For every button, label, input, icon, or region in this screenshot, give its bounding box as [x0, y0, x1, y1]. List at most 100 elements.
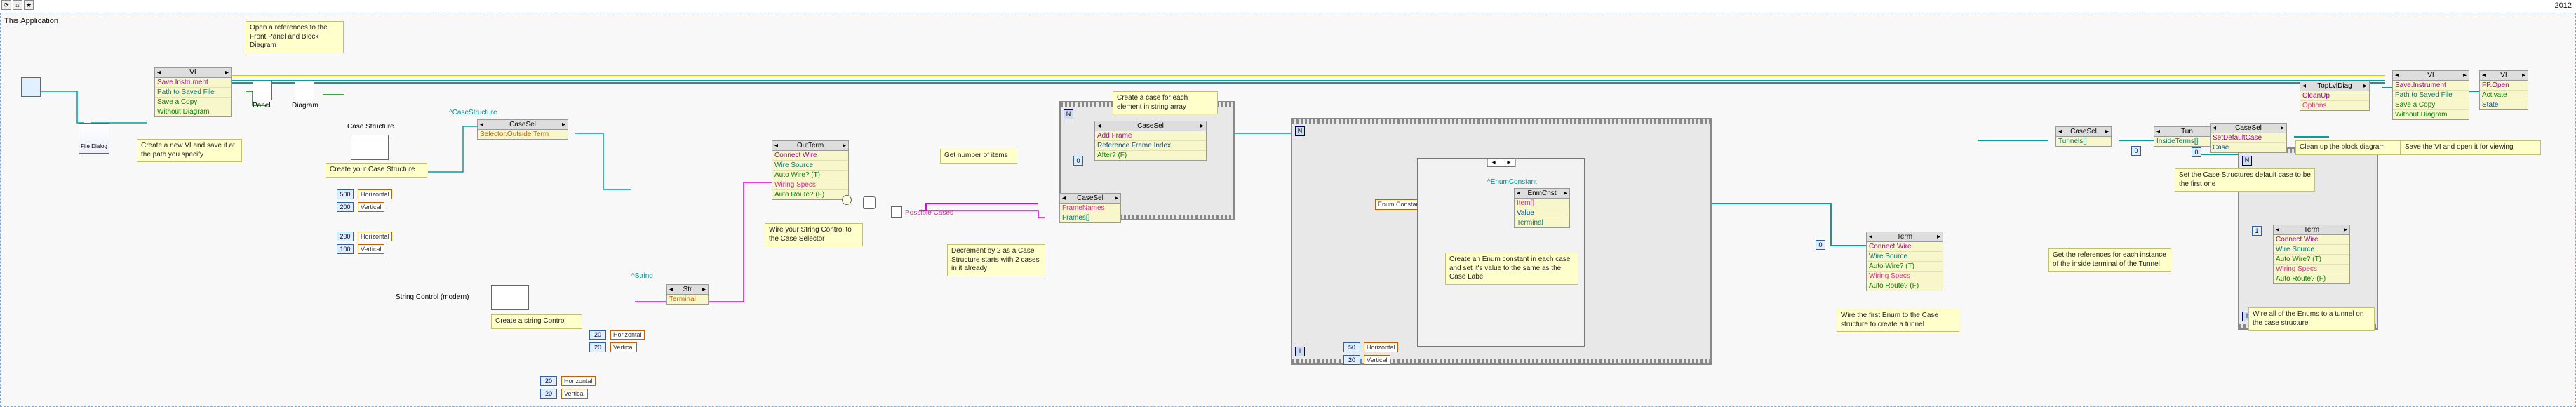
comment-case-per-elem: Create a case for each element in string… [1113, 91, 1218, 114]
for-i-terminal-2: i [1295, 347, 1305, 356]
enum-horizontal-1[interactable]: Horizontal [358, 189, 392, 199]
numbox-100[interactable]: 100 [337, 244, 354, 254]
enum-horizontal-5[interactable]: Horizontal [1364, 342, 1398, 352]
enum-vertical-3[interactable]: Vertical [561, 389, 588, 399]
arrow-left-icon[interactable]: ◂ [480, 121, 483, 128]
numbox-20e[interactable]: 20 [1343, 355, 1360, 365]
arrow-right-icon[interactable]: ▸ [2281, 124, 2284, 132]
arrow-left-icon[interactable]: ◂ [669, 286, 673, 293]
comment-wire-string: Wire your String Control to the Case Sel… [765, 223, 863, 246]
arrow-right-icon[interactable]: ▸ [2363, 82, 2367, 90]
casesel-outside-header: ◂ CaseSel ▸ [478, 120, 568, 130]
app-title: This Application [4, 17, 58, 25]
term2-title: Term [2304, 226, 2319, 234]
term-node-2[interactable]: ◂ Term ▸ Connect Wire Wire Source Auto W… [2273, 225, 2350, 284]
framenames-r0: FrameNames [1060, 204, 1120, 213]
enmcnst-node[interactable]: ◂ EnmCnst ▸ Item[] Value Terminal [1514, 188, 1570, 228]
toplvldiag-node[interactable]: ◂ TopLvlDiag ▸ CleanUp Options [2300, 81, 2370, 111]
arrow-left-icon[interactable]: ◂ [2213, 124, 2216, 132]
enum-vertical-2[interactable]: Vertical [358, 244, 384, 254]
arrow-left-icon[interactable]: ◂ [2276, 226, 2279, 234]
arrow-right-icon[interactable]: ▸ [2344, 226, 2347, 234]
numbox-50[interactable]: 50 [1343, 342, 1360, 352]
enum-horizontal-3b[interactable]: Horizontal [610, 330, 645, 340]
bookmark-icon[interactable]: ★ [24, 0, 34, 10]
array-size-icon[interactable] [863, 196, 876, 209]
outterm-node[interactable]: ◂ OutTerm ▸ Connect Wire Wire Source Aut… [772, 140, 849, 200]
arrow-left-icon[interactable]: ◂ [2156, 128, 2160, 135]
casesel-default-r0: SetDefaultCase [2211, 133, 2286, 143]
str-terminal-node[interactable]: ◂ Str ▸ Terminal [666, 284, 709, 305]
arrow-right-icon[interactable]: ▸ [225, 69, 229, 76]
arrow-left-icon[interactable]: ◂ [2482, 72, 2486, 79]
str-row0: Terminal [667, 295, 708, 304]
const-zero-3[interactable]: 0 [2131, 146, 2141, 156]
diagram-ref-icon[interactable] [295, 81, 314, 100]
arrow-right-icon[interactable]: ▸ [562, 121, 565, 128]
casesel-framenames[interactable]: ◂ CaseSel ▸ FrameNames Frames[] [1059, 193, 1121, 223]
arrow-left-icon[interactable]: ◂ [1517, 189, 1520, 197]
const-zero-4[interactable]: 0 [2192, 147, 2201, 157]
arrow-right-icon[interactable]: ▸ [843, 142, 846, 149]
arrow-right-icon[interactable]: ▸ [1564, 189, 1567, 197]
vi-node-2[interactable]: ◂ VI ▸ Save.Instrument Path to Saved Fil… [2392, 70, 2469, 120]
refresh-icon[interactable]: ⟳ [1, 0, 11, 10]
numbox-200a[interactable]: 200 [337, 202, 354, 212]
term1-r3: Wiring Specs [1867, 272, 1943, 281]
vi3-r0: FP.Open [2480, 81, 2528, 91]
numbox-20c[interactable]: 20 [589, 330, 606, 340]
arrow-left-icon[interactable]: ◂ [1492, 159, 1496, 166]
arrow-right-icon[interactable]: ▸ [2522, 72, 2525, 79]
arrow-right-icon[interactable]: ▸ [1200, 122, 1204, 130]
term1-header: ◂ Term ▸ [1867, 232, 1943, 242]
decrement-icon[interactable] [842, 195, 852, 205]
arrow-left-icon[interactable]: ◂ [2058, 128, 2062, 135]
enum-vertical-5[interactable]: Vertical [1364, 355, 1390, 365]
vi-node-1[interactable]: ◂ VI ▸ Save.Instrument Path to Saved Fil… [154, 67, 232, 117]
const-zero[interactable]: 0 [1073, 156, 1083, 166]
arrow-left-icon[interactable]: ◂ [157, 69, 161, 76]
arrow-right-icon[interactable]: ▸ [702, 286, 706, 293]
casesel-outside-term[interactable]: ◂ CaseSel ▸ Selector.Outside Term [477, 119, 568, 140]
enum-vertical-3b[interactable]: Vertical [610, 342, 637, 352]
arrow-left-icon[interactable]: ◂ [1097, 122, 1101, 130]
numbox-20d[interactable]: 20 [589, 342, 606, 352]
enum-horizontal-3[interactable]: Horizontal [561, 376, 596, 386]
arrow-right-icon[interactable]: ▸ [1507, 159, 1510, 166]
arrow-right-icon[interactable]: ▸ [1115, 194, 1118, 202]
vi2-r1: Path to Saved File [2393, 91, 2469, 100]
home-icon[interactable]: ⌂ [13, 0, 22, 10]
arrow-left-icon[interactable]: ◂ [2302, 82, 2306, 90]
arrow-left-icon[interactable]: ◂ [774, 142, 778, 149]
casesel-set-default[interactable]: ◂ CaseSel ▸ SetDefaultCase Case [2210, 123, 2287, 153]
panel-ref-icon[interactable] [253, 81, 272, 100]
numbox-200b[interactable]: 200 [337, 232, 354, 241]
numbox-500[interactable]: 500 [337, 189, 354, 199]
case-structure-label: Case Structure [347, 123, 394, 131]
string-control-gobj-icon[interactable] [491, 285, 529, 310]
inner-case-header[interactable]: ◂ ▸ [1487, 158, 1516, 167]
enum-horizontal-2[interactable]: Horizontal [358, 232, 392, 241]
file-dialog-node[interactable]: File Dialog [79, 123, 109, 154]
term1-r0: Connect Wire [1867, 242, 1943, 252]
enum-vertical-1[interactable]: Vertical [358, 202, 384, 212]
numbox-20a[interactable]: 20 [540, 376, 557, 386]
arrow-right-icon[interactable]: ▸ [2105, 128, 2109, 135]
arrow-right-icon[interactable]: ▸ [2463, 72, 2467, 79]
vi-node-3[interactable]: ◂ VI ▸ FP.Open Activate State [2479, 70, 2528, 110]
case-structure-gobj-icon[interactable] [351, 135, 389, 160]
casesel-add-frame[interactable]: ◂ CaseSel ▸ Add Frame Reference Frame In… [1094, 121, 1207, 161]
arrow-right-icon[interactable]: ▸ [1937, 233, 1940, 241]
str-header: ◂ Str ▸ [667, 285, 708, 295]
toplvl-title: TopLvlDiag [2317, 82, 2352, 90]
casesel-tunnels[interactable]: ◂ CaseSel ▸ Tunnels[] [2055, 126, 2112, 147]
arrow-left-icon[interactable]: ◂ [1062, 194, 1066, 202]
const-one[interactable]: 1 [2252, 226, 2262, 236]
toolbar: ⟳ ⌂ ★ [1, 0, 34, 10]
numbox-20b[interactable]: 20 [540, 389, 557, 399]
const-zero-2[interactable]: 0 [1816, 240, 1825, 250]
arrow-left-icon[interactable]: ◂ [1869, 233, 1872, 241]
arrow-left-icon[interactable]: ◂ [2395, 72, 2399, 79]
term-node-1[interactable]: ◂ Term ▸ Connect Wire Wire Source Auto W… [1866, 232, 1943, 291]
for-n-terminal-2: N [1295, 126, 1305, 136]
